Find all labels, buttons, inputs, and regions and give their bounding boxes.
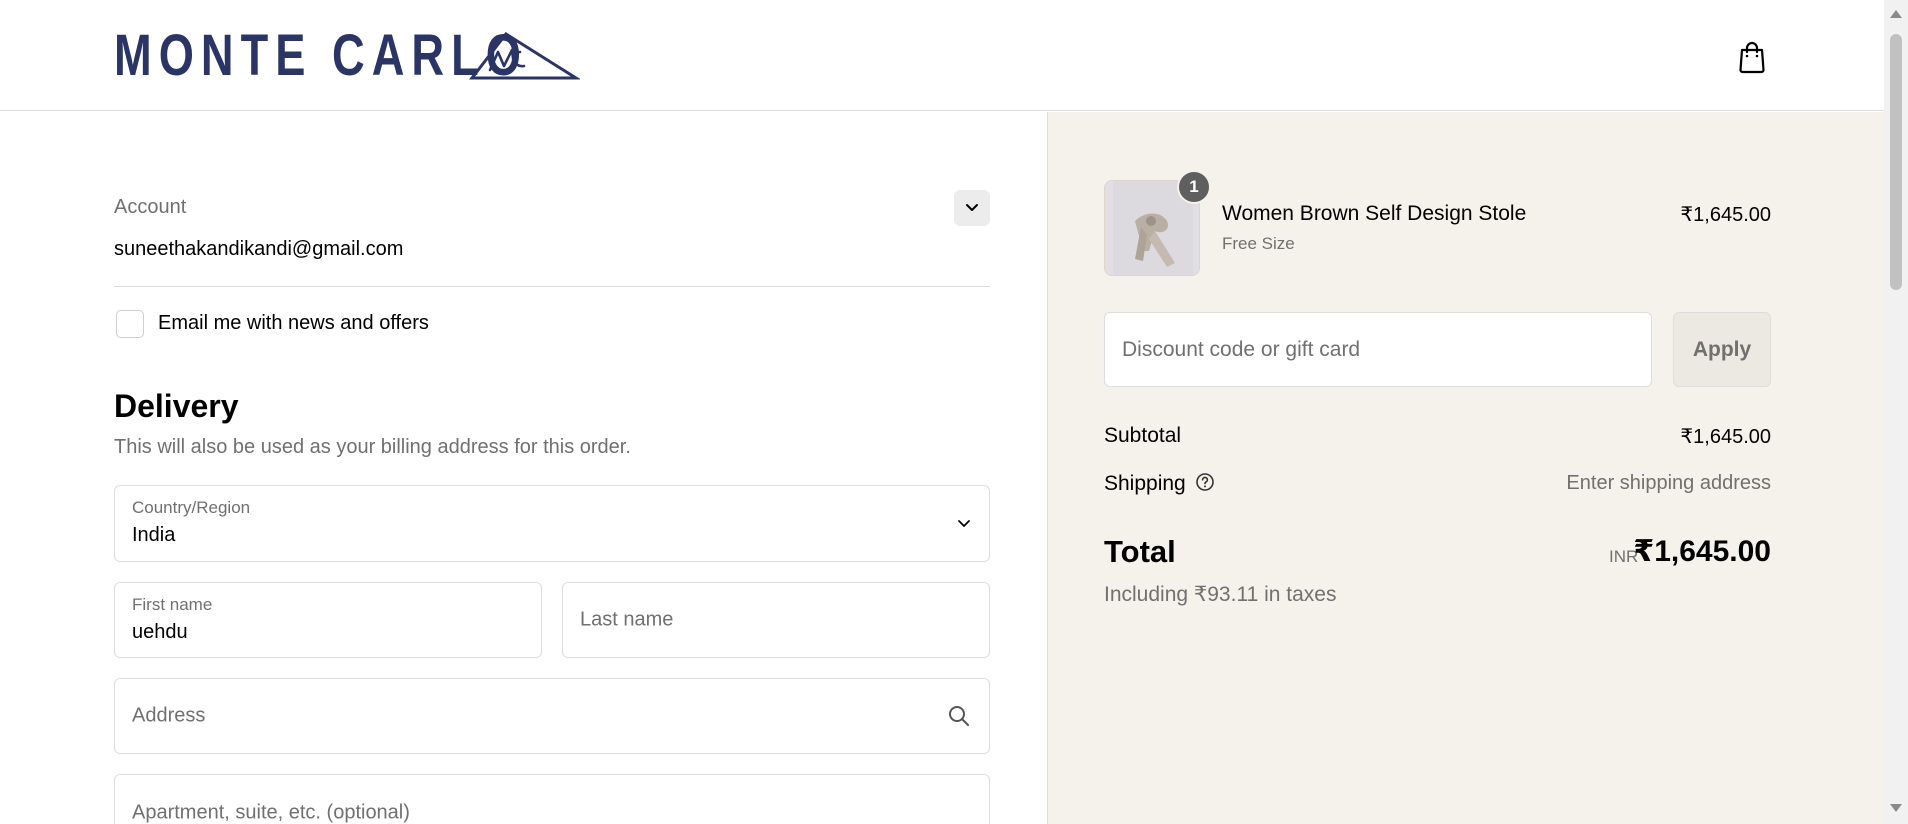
- total-value: ₹1,645.00: [1633, 535, 1771, 568]
- discount-placeholder: Discount code or gift card: [1122, 337, 1361, 361]
- address-field[interactable]: Address: [114, 678, 990, 754]
- delivery-subtitle: This will also be used as your billing a…: [114, 436, 631, 458]
- delivery-title: Delivery: [114, 388, 239, 424]
- product-name: Women Brown Self Design Stole: [1222, 202, 1527, 225]
- chevron-down-icon: [966, 204, 978, 211]
- first-name-label: First name: [132, 595, 213, 614]
- subtotal-value: ₹1,645.00: [1680, 426, 1771, 448]
- account-label: Account: [114, 196, 187, 218]
- chevron-down-icon: [958, 519, 970, 527]
- account-email: suneethakandikandi@gmail.com: [114, 238, 404, 260]
- country-value: India: [132, 524, 176, 546]
- product-price: ₹1,645.00: [1680, 204, 1771, 226]
- header: MONTE CARLO: [0, 0, 1884, 111]
- country-select[interactable]: Country/Region India: [114, 485, 990, 562]
- shopping-bag-icon[interactable]: [1738, 40, 1766, 74]
- scroll-up-arrow-icon[interactable]: [1890, 10, 1902, 18]
- shipping-label: Shipping: [1104, 472, 1186, 495]
- question-circle-icon[interactable]: [1195, 472, 1215, 492]
- subtotal-label: Subtotal: [1104, 424, 1182, 447]
- last-name-placeholder: Last name: [580, 608, 674, 631]
- discount-input[interactable]: Discount code or gift card: [1104, 312, 1652, 387]
- product-variant: Free Size: [1222, 234, 1295, 253]
- brand-logo[interactable]: MONTE CARLO: [114, 23, 645, 88]
- apartment-field[interactable]: Apartment, suite, etc. (optional): [114, 774, 990, 824]
- apply-button[interactable]: Apply: [1673, 312, 1771, 387]
- logo-text: MONTE CARLO: [114, 23, 528, 88]
- newsletter-label[interactable]: Email me with news and offers: [158, 312, 429, 335]
- last-name-field[interactable]: Last name: [562, 582, 990, 658]
- quantity-badge: 1: [1177, 170, 1211, 204]
- search-icon[interactable]: [947, 704, 971, 728]
- apartment-placeholder: Apartment, suite, etc. (optional): [132, 801, 410, 824]
- address-placeholder: Address: [132, 704, 206, 727]
- scrollbar-thumb[interactable]: [1890, 34, 1902, 290]
- total-label: Total: [1104, 534, 1176, 569]
- first-name-value: uehdu: [132, 621, 188, 643]
- divider: [114, 286, 990, 287]
- country-label: Country/Region: [132, 498, 251, 517]
- first-name-field[interactable]: First name uehdu: [114, 582, 542, 658]
- account-menu-button[interactable]: [954, 190, 990, 226]
- scroll-down-arrow-icon[interactable]: [1890, 804, 1902, 812]
- shipping-value: Enter shipping address: [1566, 472, 1771, 494]
- taxes-note: Including ₹93.11 in taxes: [1104, 583, 1337, 606]
- newsletter-checkbox[interactable]: [116, 310, 144, 338]
- logo-mark-icon: [468, 32, 580, 80]
